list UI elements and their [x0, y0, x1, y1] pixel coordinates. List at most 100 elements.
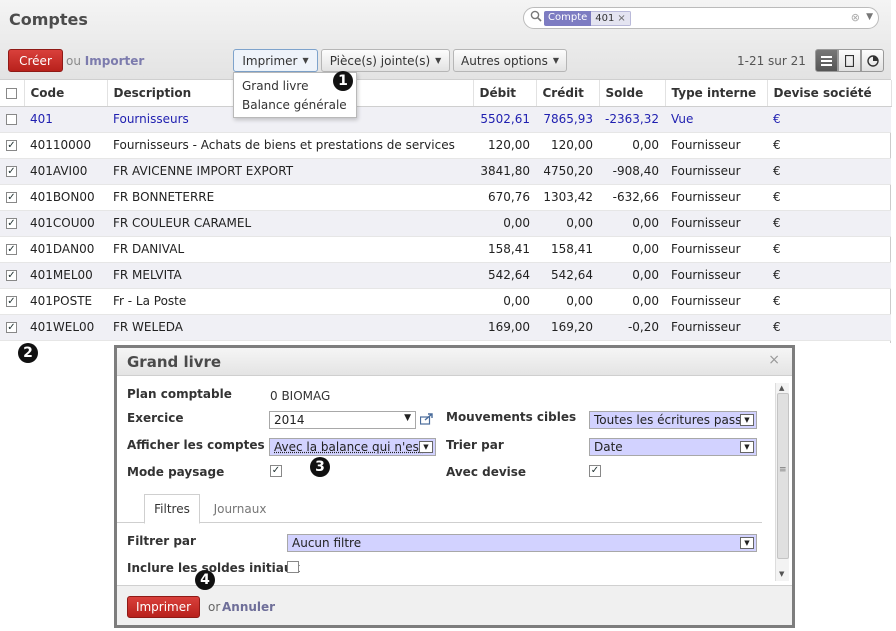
- row-checkbox[interactable]: ✓: [6, 218, 17, 229]
- more-options-button[interactable]: Autres options ▼: [453, 49, 567, 72]
- avec-devise-label: Avec devise: [446, 465, 527, 479]
- trier-par-select[interactable]: Date ▼: [589, 438, 757, 456]
- row-select-cell[interactable]: ✓: [0, 262, 24, 289]
- print-menu-button[interactable]: Imprimer ▼: [233, 49, 318, 72]
- row-select-cell[interactable]: ✓: [0, 288, 24, 315]
- cancel-link[interactable]: Annuler: [222, 600, 275, 614]
- or-label: or: [208, 600, 221, 614]
- more-options-label: Autres options: [461, 53, 548, 68]
- menu-item-grand-livre[interactable]: Grand livre: [242, 79, 308, 93]
- cell-debit: 542,64: [473, 262, 536, 289]
- row-select-cell[interactable]: ✓: [0, 184, 24, 211]
- row-select-cell[interactable]: ✓: [0, 158, 24, 185]
- tab-journaux[interactable]: Journaux: [202, 494, 278, 524]
- scroll-up-icon[interactable]: ▲: [779, 384, 784, 392]
- caret-down-icon: ▼: [435, 56, 442, 65]
- table-row[interactable]: ✓ 401COU00 FR COULEUR CARAMEL 0,00 0,00 0,00 F…: [0, 210, 891, 237]
- cell-debit: 158,41: [473, 236, 536, 263]
- table-row[interactable]: ✓ 401POSTE Fr - La Poste 0,00 0,00 0,00 Fourni…: [0, 288, 891, 315]
- table-row[interactable]: ✓ 401AVI00 FR AVICENNE IMPORT EXPORT 3841,8…: [0, 158, 891, 185]
- cell-solde: -908,40: [599, 158, 665, 185]
- filtrer-par-select[interactable]: Aucun filtre ▼: [287, 534, 757, 552]
- afficher-comptes-select[interactable]: Avec la balance qui n'est ▼: [269, 438, 436, 456]
- table-row[interactable]: ✓ 401DAN00 FR DANIVAL 158,41 158,41 0,00 Fourn…: [0, 236, 891, 263]
- cell-code: 401COU00: [24, 210, 107, 237]
- row-checkbox[interactable]: ✓: [6, 244, 17, 255]
- cell-type: Fournisseur: [665, 288, 767, 315]
- column-header-debit[interactable]: Débit: [473, 80, 537, 107]
- scroll-down-icon[interactable]: ▼: [779, 570, 784, 578]
- search-icon: [530, 10, 542, 26]
- select-all-cell[interactable]: [0, 80, 25, 107]
- row-checkbox[interactable]: [6, 114, 17, 125]
- list-view-icon[interactable]: [815, 49, 838, 72]
- select-all-checkbox[interactable]: [6, 87, 17, 99]
- column-header-solde[interactable]: Solde: [599, 80, 666, 107]
- cell-description: FR MELVITA: [107, 262, 473, 289]
- row-checkbox[interactable]: ✓: [6, 192, 17, 203]
- scroll-grip-icon: ≡: [779, 465, 787, 475]
- cell-devise: €: [767, 262, 891, 289]
- exercice-select[interactable]: 2014 ▼: [269, 411, 416, 429]
- table-row[interactable]: ✓ 40110000 Fournisseurs - Achats de biens …: [0, 132, 891, 159]
- inclure-soldes-checkbox[interactable]: [287, 561, 299, 573]
- or-label: ou: [66, 54, 81, 68]
- attachments-menu-button[interactable]: Pièce(s) jointe(s) ▼: [321, 49, 450, 72]
- attachments-menu-label: Pièce(s) jointe(s): [329, 53, 431, 68]
- control-panel: Comptes Compte 401 × ⊗ ▼ Créer ou Importe…: [0, 0, 891, 80]
- facet-remove-icon[interactable]: ×: [617, 13, 625, 24]
- cell-description: FR BONNETERRE: [107, 184, 473, 211]
- row-select-cell[interactable]: ✓: [0, 236, 24, 263]
- callout-marker-4: 4: [195, 570, 215, 590]
- row-select-cell[interactable]: ✓: [0, 132, 24, 159]
- search-options-icon[interactable]: ▼: [866, 12, 873, 22]
- table-row[interactable]: 401 Fournisseurs 5502,61 7865,93 -2363,32 Vue…: [0, 106, 891, 133]
- dropdown-arrow-icon: ▼: [740, 441, 754, 453]
- column-header-devise[interactable]: Devise société: [767, 80, 892, 107]
- scrollbar-thumb[interactable]: [777, 393, 789, 559]
- view-switcher: [815, 49, 884, 72]
- cell-solde: -0,20: [599, 314, 665, 341]
- form-view-icon[interactable]: [838, 49, 861, 72]
- cell-solde: 0,00: [599, 132, 665, 159]
- dialog-scrollbar[interactable]: ▲ ≡ ▼: [775, 383, 789, 581]
- table-row[interactable]: ✓ 401WEL00 FR WELEDA 169,00 169,20 -0,20 Fourn…: [0, 314, 891, 341]
- table-row[interactable]: ✓ 401BON00 FR BONNETERRE 670,76 1303,42 -632,…: [0, 184, 891, 211]
- row-checkbox[interactable]: ✓: [6, 270, 17, 281]
- row-checkbox[interactable]: ✓: [6, 322, 17, 333]
- table-row[interactable]: ✓ 401MEL00 FR MELVITA 542,64 542,64 0,00 Fourn…: [0, 262, 891, 289]
- row-select-cell[interactable]: ✓: [0, 210, 24, 237]
- menu-item-balance-generale[interactable]: Balance générale: [242, 98, 347, 112]
- row-checkbox[interactable]: ✓: [6, 296, 17, 307]
- dropdown-arrow-icon: ▼: [740, 414, 754, 426]
- graph-view-icon[interactable]: [861, 49, 884, 72]
- row-select-cell[interactable]: ✓: [0, 314, 24, 341]
- cell-credit: 120,00: [536, 132, 599, 159]
- row-checkbox[interactable]: ✓: [6, 166, 17, 177]
- cell-credit: 1303,42: [536, 184, 599, 211]
- plan-comptable-label: Plan comptable: [127, 387, 232, 401]
- clear-search-icon[interactable]: ⊗: [851, 11, 860, 24]
- mode-paysage-checkbox[interactable]: ✓: [270, 465, 282, 477]
- avec-devise-checkbox[interactable]: ✓: [589, 465, 601, 477]
- search-box[interactable]: Compte 401 × ⊗ ▼: [523, 7, 879, 29]
- cell-type: Fournisseur: [665, 210, 767, 237]
- import-link[interactable]: Importer: [85, 54, 145, 68]
- cell-credit: 0,00: [536, 210, 599, 237]
- external-link-icon[interactable]: [419, 413, 434, 428]
- cell-solde: 0,00: [599, 262, 665, 289]
- row-select-cell[interactable]: [0, 106, 24, 133]
- mouvements-cibles-select[interactable]: Toutes les écritures pass ▼: [589, 411, 757, 429]
- column-header-type[interactable]: Type interne: [665, 80, 768, 107]
- print-button[interactable]: Imprimer: [127, 596, 200, 618]
- tab-filtres[interactable]: Filtres: [144, 494, 200, 524]
- caret-down-icon: ▼: [552, 56, 559, 65]
- close-icon[interactable]: ×: [768, 352, 780, 368]
- create-button[interactable]: Créer: [8, 49, 63, 72]
- row-checkbox[interactable]: ✓: [6, 140, 17, 151]
- column-header-code[interactable]: Code: [24, 80, 108, 107]
- dialog-footer: Imprimer or Annuler: [117, 585, 792, 625]
- column-header-credit[interactable]: Crédit: [536, 80, 600, 107]
- pager-value[interactable]: 1-21 sur 21: [737, 54, 806, 68]
- search-facet[interactable]: Compte 401 ×: [544, 11, 631, 26]
